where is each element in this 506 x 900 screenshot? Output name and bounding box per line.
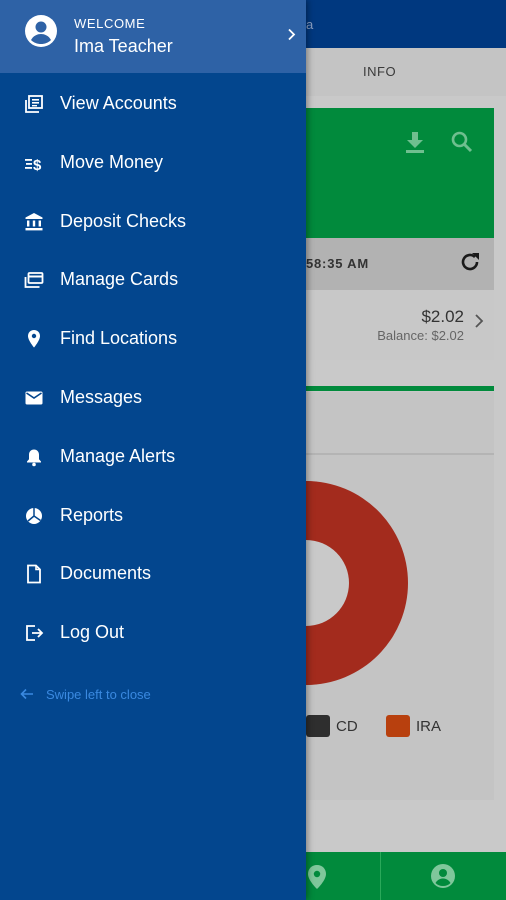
portfolio-pie-chart [306,481,408,685]
cards-icon [24,272,44,289]
legend-swatch-cd [306,715,330,737]
accounts-icon [25,95,43,113]
menu-item-label: Deposit Checks [60,210,187,231]
legend-swatch-ira [386,715,410,737]
download-icon[interactable] [404,130,426,154]
account-balance: Balance: $2.02 [377,328,464,343]
menu-item-label: Reports [60,504,124,525]
arrow-left-icon [20,688,33,700]
search-icon[interactable] [450,130,474,154]
menu-item-label: Find Locations [60,328,178,349]
menu-item-find-locations[interactable]: Find Locations [0,309,306,368]
location-pin-icon[interactable] [306,864,328,890]
swipe-hint: Swipe left to close [0,684,306,708]
transfer-icon: $ [25,157,42,173]
bell-icon [27,449,41,467]
legend-label-ira: IRA [416,718,442,735]
welcome-label: WELCOME [74,16,146,31]
menu-item-documents[interactable]: Documents [0,544,306,603]
user-avatar-icon [25,15,57,47]
menu-item-label: Manage Cards [60,269,179,290]
menu-item-deposit-checks[interactable]: Deposit Checks [0,192,306,251]
app-title-fragment: a [306,17,314,32]
account-amount: $2.02 [421,307,464,326]
location-pin-icon [28,330,40,348]
divider [306,453,494,455]
nav-divider [380,852,381,900]
tab-info[interactable]: INFO [363,64,396,79]
account-row[interactable]: $2.02 Balance: $2.02 [306,290,494,360]
menu-item-label: View Accounts [60,93,177,113]
drawer-header[interactable]: WELCOME Ima Teacher [0,0,306,73]
mail-icon [25,391,43,405]
user-name: Ima Teacher [74,36,173,56]
divider [306,386,494,391]
menu-item-messages[interactable]: Messages [0,368,306,427]
menu-item-move-money[interactable]: $ Move Money [0,133,306,192]
document-icon [27,564,41,584]
logout-icon [26,625,44,642]
menu-item-manage-alerts[interactable]: Manage Alerts [0,427,306,486]
menu-item-log-out[interactable]: Log Out [0,603,306,662]
chevron-right-icon [475,314,484,328]
menu-item-manage-cards[interactable]: Manage Cards [0,250,306,309]
chevron-right-icon [288,28,296,41]
menu-item-label: Messages [60,386,143,407]
menu-item-label: Move Money [60,151,164,172]
last-updated-bar: 58:35 AM [306,238,494,290]
last-updated-time: 58:35 AM [306,256,369,271]
menu-item-label: Log Out [60,622,125,643]
menu-item-label: Manage Alerts [60,445,176,466]
bank-icon [25,212,43,230]
menu-item-label: Documents [60,563,152,584]
pie-chart-icon [26,507,42,524]
legend-label-cd: CD [336,718,358,735]
navigation-drawer: WELCOME Ima Teacher View Accounts $ Move… [0,0,306,900]
drawer-menu: View Accounts $ Move Money Deposit Check… [0,74,306,662]
refresh-icon[interactable] [458,250,482,274]
menu-item-reports[interactable]: Reports [0,486,306,545]
profile-icon[interactable] [430,863,456,889]
accounts-summary-card [306,108,494,238]
swipe-hint-text: Swipe left to close [46,687,151,702]
svg-text:$: $ [33,157,42,173]
menu-item-view-accounts[interactable]: View Accounts [0,74,306,133]
